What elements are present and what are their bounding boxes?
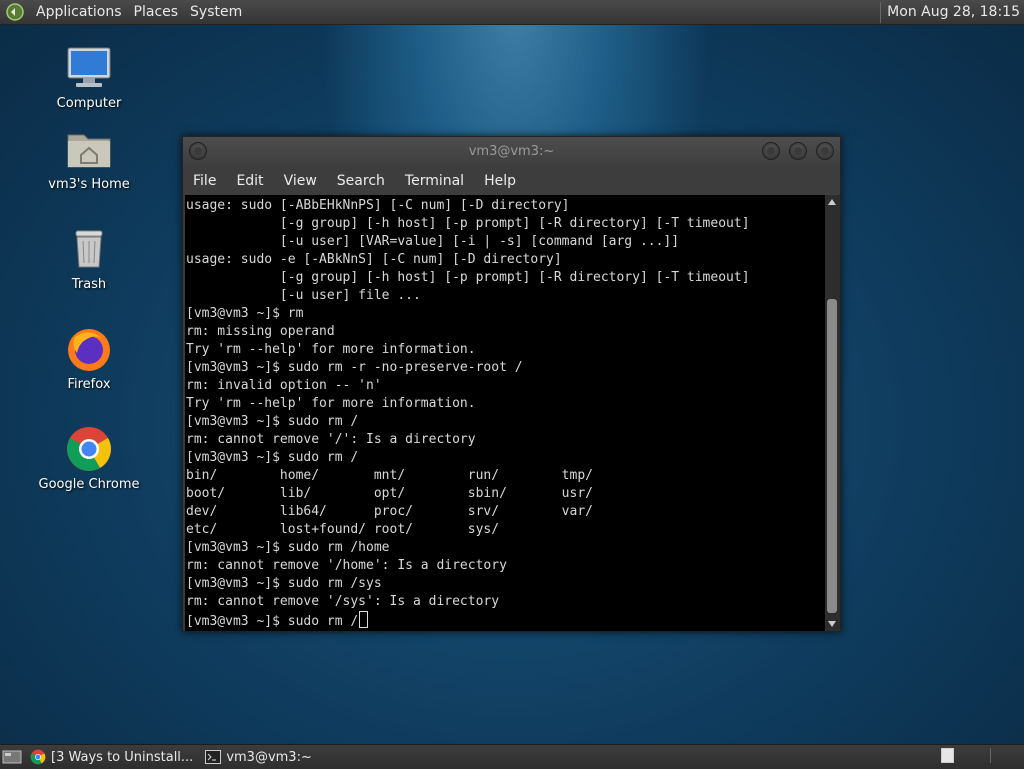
terminal-line: [vm3@vm3 ~]$ sudo rm / xyxy=(186,414,359,429)
terminal-line: [vm3@vm3 ~]$ rm xyxy=(186,306,304,321)
terminal-text: usage: sudo [-ABbEHkNnPS] [-C num] [-D d… xyxy=(185,195,825,631)
desktop-icon-computer[interactable]: Computer xyxy=(34,44,144,111)
terminal-line: usage: sudo [-ABbEHkNnPS] [-C num] [-D d… xyxy=(186,198,570,213)
terminal-line: [vm3@vm3 ~]$ sudo rm /sys xyxy=(186,576,382,591)
terminal-line: bin/ home/ mnt/ run/ tmp/ xyxy=(186,468,593,483)
desktop-icon-label: vm3's Home xyxy=(48,177,130,192)
desktop-icon-trash[interactable]: Trash xyxy=(34,225,144,292)
taskbar-item-label: [3 Ways to Uninstall... xyxy=(51,749,194,765)
menu-help[interactable]: Help xyxy=(474,167,526,195)
desktop-icon-label: Trash xyxy=(71,277,107,292)
terminal-line: [vm3@vm3 ~]$ sudo rm / xyxy=(186,450,359,465)
computer-icon xyxy=(65,44,113,92)
desktop-icon-home[interactable]: vm3's Home xyxy=(34,125,144,192)
chrome-icon xyxy=(65,425,113,473)
workspace-1[interactable] xyxy=(941,748,954,763)
home-folder-icon xyxy=(65,125,113,173)
terminal-line: [vm3@vm3 ~]$ sudo rm -r -no-preserve-roo… xyxy=(186,360,523,375)
desktop-icon-label: Computer xyxy=(56,96,122,111)
desktop-icon-firefox[interactable]: Firefox xyxy=(34,325,144,392)
terminal-output[interactable]: usage: sudo [-ABbEHkNnPS] [-C num] [-D d… xyxy=(185,195,825,631)
system-menu[interactable]: System xyxy=(184,0,248,25)
terminal-line: rm: cannot remove '/sys': Is a directory xyxy=(186,594,500,609)
terminal-menu-bar: File Edit View Search Terminal Help xyxy=(183,167,840,195)
terminal-line: rm: missing operand xyxy=(186,324,335,339)
terminal-line: etc/ lost+found/ root/ sys/ xyxy=(186,522,500,537)
window-title: vm3@vm3:~ xyxy=(468,144,555,159)
places-menu[interactable]: Places xyxy=(128,0,185,25)
terminal-line: [-u user] [VAR=value] [-i | -s] [command… xyxy=(279,234,680,249)
top-panel: Applications Places System Mon Aug 28, 1… xyxy=(0,0,1024,25)
taskbar-item-terminal[interactable]: vm3@vm3:~ xyxy=(201,746,316,768)
terminal-line: boot/ lib/ opt/ sbin/ usr/ xyxy=(186,486,593,501)
maximize-button[interactable] xyxy=(789,142,807,160)
scrollbar-thumb[interactable] xyxy=(827,299,837,613)
clock[interactable]: Mon Aug 28, 18:15 xyxy=(887,4,1024,20)
mate-logo-icon[interactable] xyxy=(6,3,24,21)
terminal-history: usage: sudo [-ABbEHkNnPS] [-C num] [-D d… xyxy=(186,198,750,609)
terminal-line: usage: sudo -e [-ABkNnS] [-C num] [-D di… xyxy=(186,252,562,267)
taskbar-item-browser[interactable]: [3 Ways to Uninstall... xyxy=(26,746,197,768)
close-button[interactable] xyxy=(816,142,834,160)
terminal-cursor xyxy=(359,611,369,628)
chrome-icon xyxy=(30,749,46,765)
terminal-line: [-g group] [-h host] [-p prompt] [-R dir… xyxy=(279,216,750,231)
window-title-bar[interactable]: vm3@vm3:~ xyxy=(183,137,840,167)
terminal-line: Try 'rm --help' for more information. xyxy=(186,396,476,411)
terminal-line: rm: cannot remove '/': Is a directory xyxy=(186,432,476,447)
terminal-line: dev/ lib64/ proc/ srv/ var/ xyxy=(186,504,593,519)
desktop-icon-label: Firefox xyxy=(67,377,111,392)
terminal-prompt-line: [vm3@vm3 ~]$ sudo rm / xyxy=(186,614,359,629)
terminal-window[interactable]: vm3@vm3:~ File Edit View Search Terminal… xyxy=(182,136,841,632)
panel-separator xyxy=(880,1,882,23)
terminal-line: [-u user] file ... xyxy=(279,288,421,303)
minimize-button[interactable] xyxy=(762,142,780,160)
scroll-down-arrow-icon[interactable] xyxy=(828,621,836,627)
trash-icon xyxy=(65,225,113,273)
firefox-icon xyxy=(65,325,113,373)
menu-view[interactable]: View xyxy=(274,167,327,195)
show-desktop-icon xyxy=(2,750,22,764)
terminal-line: rm: invalid option -- 'n' xyxy=(186,378,382,393)
terminal-icon xyxy=(205,750,222,764)
terminal-line: rm: cannot remove '/home': Is a director… xyxy=(186,558,507,573)
desktop-icon-label: Google Chrome xyxy=(38,477,140,492)
bottom-taskbar: [3 Ways to Uninstall... vm3@vm3:~ xyxy=(0,744,1024,769)
menu-edit[interactable]: Edit xyxy=(226,167,273,195)
applications-menu[interactable]: Applications xyxy=(30,0,128,25)
menu-search[interactable]: Search xyxy=(327,167,395,195)
desktop-icon-chrome[interactable]: Google Chrome xyxy=(34,425,144,492)
scroll-up-arrow-icon[interactable] xyxy=(828,199,836,205)
terminal-scrollbar[interactable] xyxy=(825,195,840,631)
menu-file[interactable]: File xyxy=(183,167,226,195)
terminal-line: [-g group] [-h host] [-p prompt] [-R dir… xyxy=(279,270,750,285)
workspace-separator xyxy=(990,748,991,763)
menu-terminal[interactable]: Terminal xyxy=(395,167,474,195)
terminal-line: Try 'rm --help' for more information. xyxy=(186,342,476,357)
show-desktop-button[interactable] xyxy=(0,746,24,768)
terminal-line: [vm3@vm3 ~]$ sudo rm /home xyxy=(186,540,390,555)
taskbar-item-label: vm3@vm3:~ xyxy=(226,749,312,765)
